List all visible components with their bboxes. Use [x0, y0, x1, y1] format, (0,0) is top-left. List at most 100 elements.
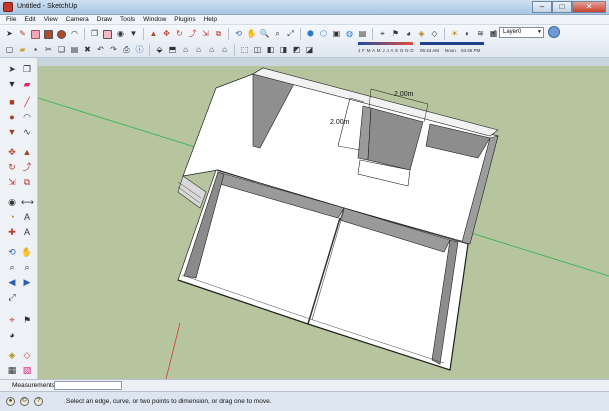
zoom-extents-icon[interactable]: ⤢: [6, 291, 18, 303]
display-section-icon[interactable]: ◇: [21, 349, 33, 361]
arc-tool-icon[interactable]: ◠: [69, 28, 80, 40]
offset-icon[interactable]: ⧉: [21, 176, 33, 188]
select-arrow-icon[interactable]: ➤: [6, 63, 18, 75]
zoom-icon[interactable]: 🔍: [259, 28, 270, 40]
polygon-icon[interactable]: ▼: [6, 126, 18, 138]
follow-me-icon[interactable]: ⤴: [187, 28, 198, 40]
zoom-icon[interactable]: ⌕: [6, 261, 18, 273]
circle-tool-icon[interactable]: [56, 28, 67, 40]
menu-plugins[interactable]: Plugins: [174, 15, 195, 24]
drawing-viewport[interactable]: 2.00m 2.00m: [38, 58, 609, 379]
hidden-line-icon[interactable]: ◧: [265, 44, 276, 56]
share-model-icon[interactable]: ⬡: [318, 28, 329, 40]
axes-icon[interactable]: ✚: [6, 226, 18, 238]
close-button[interactable]: ✕: [572, 1, 606, 13]
tape-measure-icon[interactable]: ◉: [6, 196, 18, 208]
line-icon[interactable]: ╱: [21, 96, 33, 108]
next-view-icon[interactable]: ▶: [21, 276, 33, 288]
new-file-icon[interactable]: ▢: [4, 44, 15, 56]
tape-measure-icon[interactable]: ◉: [115, 28, 126, 40]
paint-bucket-icon[interactable]: ▼: [128, 28, 139, 40]
previous-view-icon[interactable]: ◀: [6, 276, 18, 288]
iso-view-icon[interactable]: ⬙: [154, 44, 165, 56]
eraser-tool-icon[interactable]: [30, 28, 41, 40]
push-pull-icon[interactable]: ▲: [21, 146, 33, 158]
left-view-icon[interactable]: ⌂: [219, 44, 230, 56]
back-view-icon[interactable]: ⌂: [206, 44, 217, 56]
menu-edit[interactable]: Edit: [24, 15, 35, 24]
eraser-icon[interactable]: ▰: [21, 78, 33, 90]
select-tool-icon[interactable]: ➤: [4, 28, 15, 40]
menu-help[interactable]: Help: [204, 15, 217, 24]
xray-icon[interactable]: ⬚: [239, 44, 250, 56]
3d-text-icon[interactable]: A: [21, 226, 33, 238]
look-around-icon[interactable]: ◕: [6, 329, 18, 341]
open-file-icon[interactable]: ▰: [17, 44, 28, 56]
follow-me-icon[interactable]: ⤴: [21, 161, 33, 173]
orbit-icon[interactable]: ⟲: [6, 246, 18, 258]
scale-icon[interactable]: ⇲: [6, 176, 18, 188]
paint-bucket-icon[interactable]: ▼: [6, 78, 18, 90]
offset-tool-icon[interactable]: ⧉: [213, 28, 224, 40]
section-plane-icon[interactable]: ◈: [6, 349, 18, 361]
dimension-text-horizontal[interactable]: 2.00m: [394, 91, 414, 98]
erase-icon[interactable]: ✖: [82, 44, 93, 56]
position-camera-icon[interactable]: ⌖: [6, 314, 18, 326]
menu-tools[interactable]: Tools: [120, 15, 135, 24]
pan-icon[interactable]: ✋: [21, 246, 33, 258]
google-earth-icon[interactable]: ◍: [344, 28, 355, 40]
circle-icon[interactable]: ●: [6, 111, 18, 123]
paste-icon[interactable]: ▤: [69, 44, 80, 56]
copy-icon[interactable]: ❏: [56, 44, 67, 56]
time-slider[interactable]: [420, 42, 484, 45]
zoom-window-icon[interactable]: ⌕: [272, 28, 283, 40]
wireframe-icon[interactable]: ◫: [252, 44, 263, 56]
zoom-window-icon[interactable]: ⌕: [21, 261, 33, 273]
minimize-button[interactable]: –: [532, 1, 552, 13]
menu-camera[interactable]: Camera: [66, 15, 89, 24]
geo-location-icon[interactable]: ●: [6, 397, 15, 406]
month-slider[interactable]: [358, 42, 413, 45]
monochrome-icon[interactable]: ◪: [304, 44, 315, 56]
make-component-icon[interactable]: ❐: [89, 28, 100, 40]
help-icon[interactable]: ?: [34, 397, 43, 406]
zoom-extents-icon[interactable]: ⤢: [285, 28, 296, 40]
components-icon[interactable]: ▣: [331, 28, 342, 40]
make-component-icon[interactable]: ❐: [21, 63, 33, 75]
arc-icon[interactable]: ◠: [21, 111, 33, 123]
menu-draw[interactable]: Draw: [97, 15, 112, 24]
redo-icon[interactable]: ↷: [108, 44, 119, 56]
save-file-icon[interactable]: ▪: [30, 44, 41, 56]
top-view-icon[interactable]: ⬒: [167, 44, 178, 56]
menu-window[interactable]: Window: [143, 15, 166, 24]
right-view-icon[interactable]: ⌂: [193, 44, 204, 56]
rectangle-tool-icon[interactable]: [43, 28, 54, 40]
menu-view[interactable]: View: [44, 15, 58, 24]
move-icon[interactable]: ✥: [6, 146, 18, 158]
protractor-icon[interactable]: ◔: [6, 211, 18, 223]
footprints-icon[interactable]: ⚑: [21, 314, 33, 326]
undo-icon[interactable]: ↶: [95, 44, 106, 56]
cut-icon[interactable]: ✂: [43, 44, 54, 56]
layer-manager-icon[interactable]: [548, 26, 560, 38]
shaded-icon[interactable]: ◨: [278, 44, 289, 56]
style-icon[interactable]: ▧: [21, 364, 33, 376]
freehand-icon[interactable]: ∿: [21, 126, 33, 138]
move-tool-icon[interactable]: ✥: [161, 28, 172, 40]
rotate-tool-icon[interactable]: ↻: [174, 28, 185, 40]
credits-icon[interactable]: ©: [20, 397, 29, 406]
scale-tool-icon[interactable]: ⇲: [200, 28, 211, 40]
eraser-icon[interactable]: [102, 28, 113, 40]
rectangle-icon[interactable]: ■: [6, 96, 18, 108]
orbit-icon[interactable]: ⟲: [233, 28, 244, 40]
model-canvas[interactable]: 2.00m 2.00m: [38, 58, 609, 379]
push-pull-tool-icon[interactable]: ▲: [148, 28, 159, 40]
pan-icon[interactable]: ✋: [246, 28, 257, 40]
dimension-text-vertical[interactable]: 2.00m: [330, 119, 350, 126]
dimension-icon[interactable]: ⟷: [21, 196, 34, 208]
model-info-icon[interactable]: ⓘ: [134, 44, 145, 56]
layer-dropdown[interactable]: Layer0 ▼: [499, 27, 544, 38]
print-icon[interactable]: ⎙: [121, 44, 132, 56]
get-models-icon[interactable]: ⬢: [305, 28, 316, 40]
front-view-icon[interactable]: ⌂: [180, 44, 191, 56]
